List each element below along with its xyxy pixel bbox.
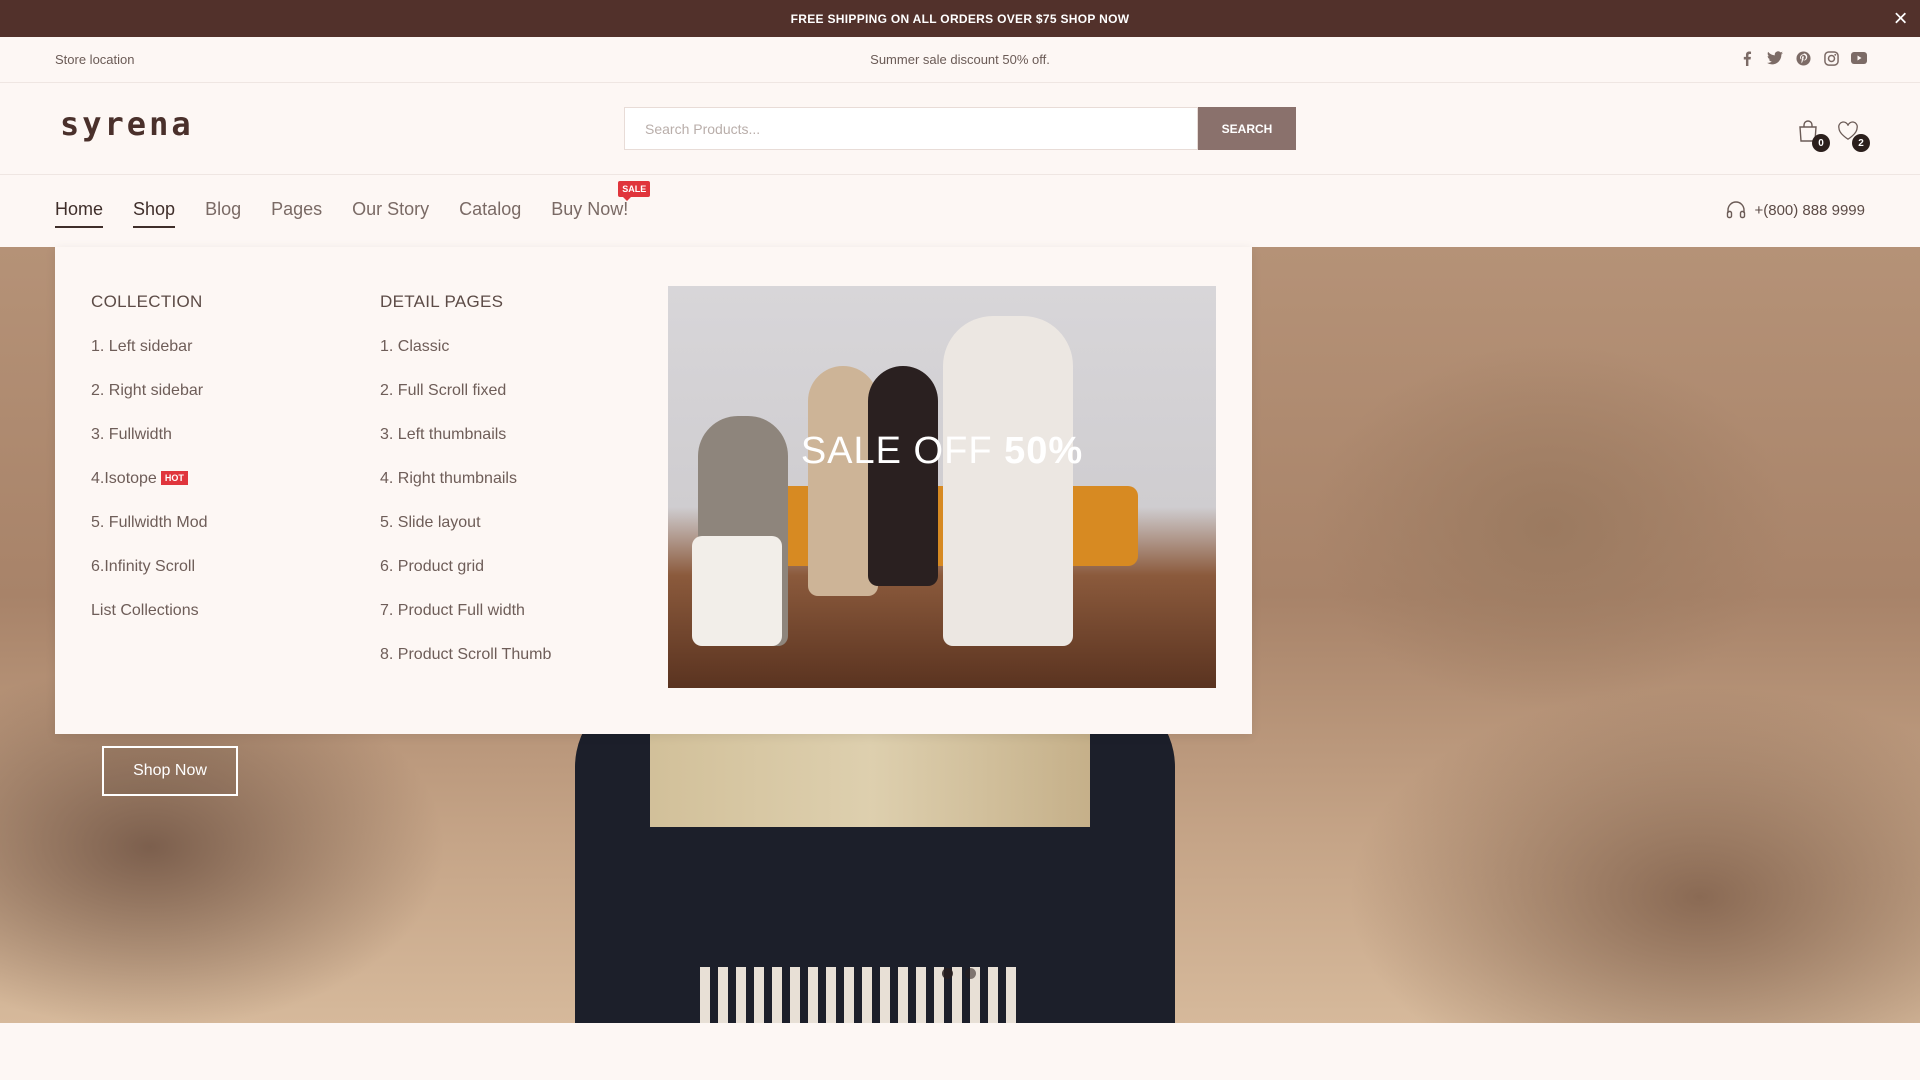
shop-mega-menu: COLLECTION 1. Left sidebar 2. Right side… bbox=[55, 247, 1252, 734]
menu-link-slide-layout[interactable]: 5. Slide layout bbox=[380, 514, 551, 558]
youtube-icon[interactable] bbox=[1850, 49, 1868, 67]
close-icon[interactable]: × bbox=[1894, 5, 1908, 33]
collection-column: COLLECTION 1. Left sidebar 2. Right side… bbox=[91, 292, 208, 646]
nav-item-buy-now[interactable]: Buy Now! SALE bbox=[551, 181, 651, 228]
slider-dot-2[interactable] bbox=[965, 968, 976, 979]
instagram-icon[interactable] bbox=[1822, 49, 1840, 67]
promo-model-shape bbox=[868, 366, 938, 586]
pinterest-icon[interactable] bbox=[1794, 49, 1812, 67]
announcement-text[interactable]: FREE SHIPPING ON ALL ORDERS OVER $75 SHO… bbox=[791, 12, 1130, 26]
promo-text: Summer sale discount 50% off. bbox=[870, 52, 1050, 67]
menu-link-product-full-width[interactable]: 7. Product Full width bbox=[380, 602, 551, 646]
sale-promo-banner[interactable]: SALE OFF 50% bbox=[668, 286, 1216, 688]
slider-dot-1[interactable] bbox=[942, 968, 953, 979]
site-header: syrena SEARCH 0 2 bbox=[0, 83, 1920, 175]
nav-item-pages[interactable]: Pages bbox=[271, 199, 322, 228]
promo-model-shape bbox=[692, 536, 782, 646]
twitter-icon[interactable] bbox=[1766, 49, 1784, 67]
menu-link-isotope-label: 4.Isotope bbox=[91, 470, 157, 487]
hot-badge: HOT bbox=[160, 471, 188, 485]
menu-link-fullwidth-mod[interactable]: 5. Fullwidth Mod bbox=[91, 514, 208, 558]
collection-heading: COLLECTION bbox=[91, 292, 203, 311]
menu-link-infinity-scroll[interactable]: 6.Infinity Scroll bbox=[91, 558, 208, 602]
menu-link-right-sidebar[interactable]: 2. Right sidebar bbox=[91, 382, 208, 426]
wishlist-count: 2 bbox=[1852, 134, 1870, 152]
menu-link-isotope[interactable]: 4.Isotope HOT bbox=[91, 470, 208, 514]
page-bottom-area bbox=[0, 1023, 1920, 1080]
nav-item-catalog[interactable]: Catalog bbox=[459, 199, 521, 228]
sale-badge: SALE bbox=[618, 181, 651, 201]
nav-item-blog[interactable]: Blog bbox=[205, 199, 241, 228]
menu-link-left-thumbnails[interactable]: 3. Left thumbnails bbox=[380, 426, 551, 470]
shop-now-button[interactable]: Shop Now bbox=[102, 746, 238, 796]
cart-count: 0 bbox=[1812, 134, 1830, 152]
announcement-bar: FREE SHIPPING ON ALL ORDERS OVER $75 SHO… bbox=[0, 0, 1920, 37]
nav-item-shop[interactable]: Shop bbox=[133, 199, 176, 228]
menu-link-left-sidebar[interactable]: 1. Left sidebar bbox=[91, 338, 208, 382]
menu-link-full-scroll-fixed[interactable]: 2. Full Scroll fixed bbox=[380, 382, 551, 426]
nav-item-buy-now-label: Buy Now! bbox=[551, 199, 629, 219]
search-input[interactable] bbox=[624, 107, 1198, 150]
social-links bbox=[1738, 49, 1868, 67]
info-bar: Store location Summer sale discount 50% … bbox=[0, 37, 1920, 83]
facebook-icon[interactable] bbox=[1738, 49, 1756, 67]
slider-dots bbox=[942, 968, 976, 979]
search-form: SEARCH bbox=[624, 107, 1296, 150]
nav-item-home[interactable]: Home bbox=[55, 199, 104, 228]
promo-model-shape bbox=[943, 316, 1073, 646]
sale-promo-text: SALE OFF 50% bbox=[668, 430, 1216, 473]
menu-link-fullwidth[interactable]: 3. Fullwidth bbox=[91, 426, 208, 470]
menu-link-classic[interactable]: 1. Classic bbox=[380, 338, 551, 382]
detail-pages-column: DETAIL PAGES 1. Classic 2. Full Scroll f… bbox=[380, 292, 551, 690]
cart-button[interactable]: 0 bbox=[1796, 119, 1830, 152]
sale-promo-light: SALE OFF bbox=[800, 430, 1005, 472]
support-phone[interactable]: +(800) 888 9999 bbox=[1726, 201, 1865, 219]
header-icons: 0 2 bbox=[1796, 119, 1870, 152]
main-nav: Home Shop Blog Pages Our Story Catalog B… bbox=[0, 175, 1920, 247]
site-logo[interactable]: syrena bbox=[60, 105, 194, 143]
headphones-icon bbox=[1727, 201, 1746, 219]
menu-link-list-collections[interactable]: List Collections bbox=[91, 602, 208, 646]
search-button[interactable]: SEARCH bbox=[1198, 107, 1296, 150]
nav-menu: Home Shop Blog Pages Our Story Catalog B… bbox=[55, 181, 651, 228]
phone-number: +(800) 888 9999 bbox=[1754, 201, 1865, 219]
menu-link-product-scroll-thumb[interactable]: 8. Product Scroll Thumb bbox=[380, 646, 551, 690]
menu-link-right-thumbnails[interactable]: 4. Right thumbnails bbox=[380, 470, 551, 514]
nav-item-our-story[interactable]: Our Story bbox=[352, 199, 429, 228]
menu-link-product-grid[interactable]: 6. Product grid bbox=[380, 558, 551, 602]
wishlist-button[interactable]: 2 bbox=[1836, 119, 1870, 152]
sale-promo-percent: 50% bbox=[1004, 430, 1084, 472]
detail-pages-heading: DETAIL PAGES bbox=[380, 292, 504, 311]
hero-model-hair bbox=[650, 727, 1090, 827]
